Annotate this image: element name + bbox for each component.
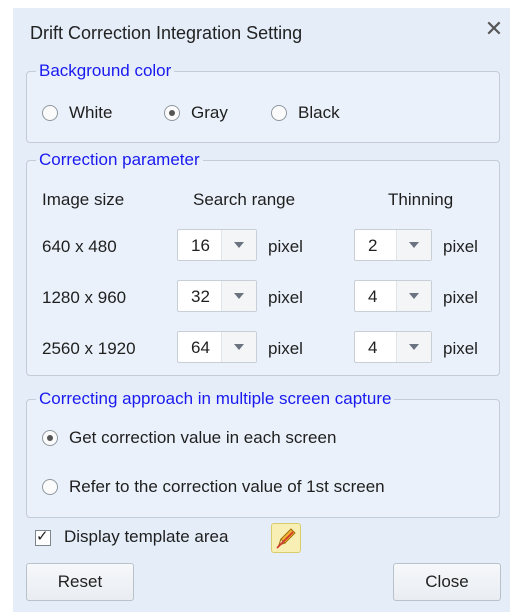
dropdown-arrow-icon[interactable] (396, 230, 431, 260)
search-range-select[interactable]: 32 (177, 280, 257, 312)
thinning-value: 4 (368, 338, 378, 357)
dropdown-arrow-icon[interactable] (221, 332, 256, 362)
dropdown-arrow-icon[interactable] (396, 332, 431, 362)
correction-parameter-legend: Correction parameter (39, 150, 200, 169)
search-range-value: 32 (191, 287, 210, 306)
radio-each-screen[interactable]: Get correction value in each screen (42, 428, 336, 448)
radio-first-screen[interactable]: Refer to the correction value of 1st scr… (42, 477, 385, 497)
close-button[interactable]: Close (393, 563, 501, 601)
correcting-approach-group: Correcting approach in multiple screen c… (26, 389, 500, 518)
thinning-select[interactable]: 2 (354, 229, 432, 261)
row-image-size: 1280 x 960 (42, 288, 127, 307)
radio-gray[interactable]: Gray (164, 103, 228, 123)
display-template-label: Display template area (64, 527, 229, 546)
search-range-unit: pixel (268, 288, 303, 307)
radio-white[interactable]: White (42, 103, 112, 123)
header-thinning: Thinning (388, 190, 454, 209)
thinning-value: 4 (368, 287, 378, 306)
dialog-window: Drift Correction Integration Setting ✕ B… (13, 8, 510, 612)
dropdown-arrow-icon[interactable] (221, 281, 256, 311)
reset-button[interactable]: Reset (26, 563, 134, 601)
header-search-range: Search range (193, 190, 296, 209)
radio-gray-label: Gray (191, 103, 228, 122)
radio-circle-icon[interactable] (42, 105, 58, 121)
radio-circle-checked-icon[interactable] (164, 105, 180, 121)
thinning-select[interactable]: 4 (354, 280, 432, 312)
thinning-select[interactable]: 4 (354, 331, 432, 363)
display-template-checkbox[interactable]: ✓ (35, 528, 51, 546)
search-range-value: 64 (191, 338, 210, 357)
radio-circle-checked-icon[interactable] (42, 430, 58, 446)
radio-black-label: Black (298, 103, 340, 122)
dialog-title: Drift Correction Integration Setting (30, 23, 303, 43)
search-range-value: 16 (191, 236, 210, 255)
pencil-icon-graphic (276, 528, 296, 549)
dropdown-arrow-icon[interactable] (396, 281, 431, 311)
radio-first-screen-label: Refer to the correction value of 1st scr… (69, 477, 385, 496)
dropdown-arrow-icon[interactable] (221, 230, 256, 260)
search-range-unit: pixel (268, 237, 303, 256)
background-color-group: Background color (26, 61, 500, 143)
radio-circle-icon[interactable] (42, 479, 58, 495)
radio-each-screen-label: Get correction value in each screen (69, 428, 337, 447)
radio-white-label: White (69, 103, 113, 122)
search-range-unit: pixel (268, 339, 303, 358)
header-image-size: Image size (42, 190, 125, 209)
search-range-select[interactable]: 64 (177, 331, 257, 363)
pencil-icon[interactable] (271, 523, 301, 553)
checkmark-icon: ✓ (36, 528, 49, 545)
correcting-approach-legend: Correcting approach in multiple screen c… (39, 389, 392, 408)
title-bar: Drift Correction Integration Setting ✕ (13, 8, 510, 56)
thinning-unit: pixel (443, 339, 478, 358)
thinning-unit: pixel (443, 288, 478, 307)
thinning-value: 2 (368, 236, 378, 255)
background-color-legend: Background color (39, 61, 172, 80)
radio-black[interactable]: Black (271, 103, 340, 123)
search-range-select[interactable]: 16 (177, 229, 257, 261)
row-image-size: 2560 x 1920 (42, 339, 136, 358)
radio-circle-icon[interactable] (271, 105, 287, 121)
thinning-unit: pixel (443, 237, 478, 256)
row-image-size: 640 x 480 (42, 237, 117, 256)
close-icon[interactable]: ✕ (483, 18, 505, 40)
